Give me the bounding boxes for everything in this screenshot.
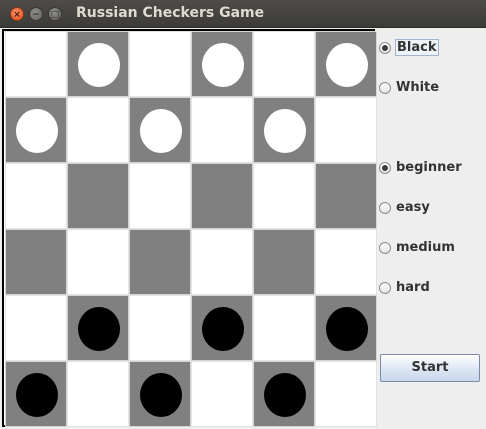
radio-button[interactable] <box>379 162 391 174</box>
radio-button[interactable] <box>379 42 391 54</box>
board-square-light[interactable] <box>191 361 253 427</box>
board-square-dark[interactable] <box>67 163 129 229</box>
board-square-dark[interactable] <box>191 31 253 97</box>
radio-button[interactable] <box>379 242 391 254</box>
board-square-light[interactable] <box>315 229 377 295</box>
close-window-button[interactable]: × <box>10 7 24 21</box>
white-checker-piece[interactable] <box>326 43 368 87</box>
board-square-light[interactable] <box>129 31 191 97</box>
title-bar[interactable]: × − □ Russian Checkers Game <box>0 0 486 28</box>
radio-selected-dot <box>382 45 388 51</box>
board-square-dark[interactable] <box>253 97 315 163</box>
board-square-dark[interactable] <box>67 295 129 361</box>
side-panel: Black White beginner easy medium hard St… <box>376 29 486 429</box>
board-square-light[interactable] <box>5 31 67 97</box>
board-square-light[interactable] <box>67 97 129 163</box>
radio-label: medium <box>396 240 455 255</box>
board-square-dark[interactable] <box>253 229 315 295</box>
radio-selected-dot <box>382 165 388 171</box>
board-square-dark[interactable] <box>5 361 67 427</box>
board-square-light[interactable] <box>5 295 67 361</box>
board-square-light[interactable] <box>191 97 253 163</box>
board-square-dark[interactable] <box>315 295 377 361</box>
white-checker-piece[interactable] <box>78 43 120 87</box>
radio-label: beginner <box>396 160 462 175</box>
white-checker-piece[interactable] <box>202 43 244 87</box>
radio-button[interactable] <box>379 82 391 94</box>
radio-label: easy <box>396 200 430 215</box>
board-square-light[interactable] <box>253 163 315 229</box>
start-button[interactable]: Start <box>380 354 480 382</box>
board-square-dark[interactable] <box>191 163 253 229</box>
radio-button[interactable] <box>379 202 391 214</box>
board-square-dark[interactable] <box>253 361 315 427</box>
board-square-dark[interactable] <box>129 361 191 427</box>
board-square-light[interactable] <box>253 295 315 361</box>
board-square-dark[interactable] <box>129 229 191 295</box>
radio-label: Black <box>395 39 439 56</box>
radio-label: White <box>396 80 440 95</box>
board-square-dark[interactable] <box>315 163 377 229</box>
black-checker-piece[interactable] <box>202 307 244 351</box>
board-square-dark[interactable] <box>129 97 191 163</box>
radio-button[interactable] <box>379 282 391 294</box>
board-square-dark[interactable] <box>5 229 67 295</box>
black-checker-piece[interactable] <box>16 373 58 417</box>
black-checker-piece[interactable] <box>140 373 182 417</box>
window-title: Russian Checkers Game <box>76 5 265 21</box>
board-square-light[interactable] <box>67 361 129 427</box>
board-square-light[interactable] <box>315 97 377 163</box>
board-square-dark[interactable] <box>67 31 129 97</box>
white-checker-piece[interactable] <box>264 109 306 153</box>
maximize-window-button[interactable]: □ <box>48 7 62 21</box>
board-square-light[interactable] <box>253 31 315 97</box>
board-square-light[interactable] <box>129 295 191 361</box>
board-square-light[interactable] <box>129 163 191 229</box>
radio-label: hard <box>396 280 430 295</box>
board-square-dark[interactable] <box>191 295 253 361</box>
checkers-board[interactable] <box>2 29 377 427</box>
board-square-light[interactable] <box>5 163 67 229</box>
board-square-light[interactable] <box>191 229 253 295</box>
black-checker-piece[interactable] <box>326 307 368 351</box>
app-window: × − □ Russian Checkers Game Black White … <box>0 0 486 429</box>
board-square-light[interactable] <box>315 361 377 427</box>
black-checker-piece[interactable] <box>78 307 120 351</box>
white-checker-piece[interactable] <box>16 109 58 153</box>
board-square-dark[interactable] <box>5 97 67 163</box>
black-checker-piece[interactable] <box>264 373 306 417</box>
white-checker-piece[interactable] <box>140 109 182 153</box>
board-square-dark[interactable] <box>315 31 377 97</box>
minimize-window-button[interactable]: − <box>29 7 43 21</box>
board-square-light[interactable] <box>67 229 129 295</box>
